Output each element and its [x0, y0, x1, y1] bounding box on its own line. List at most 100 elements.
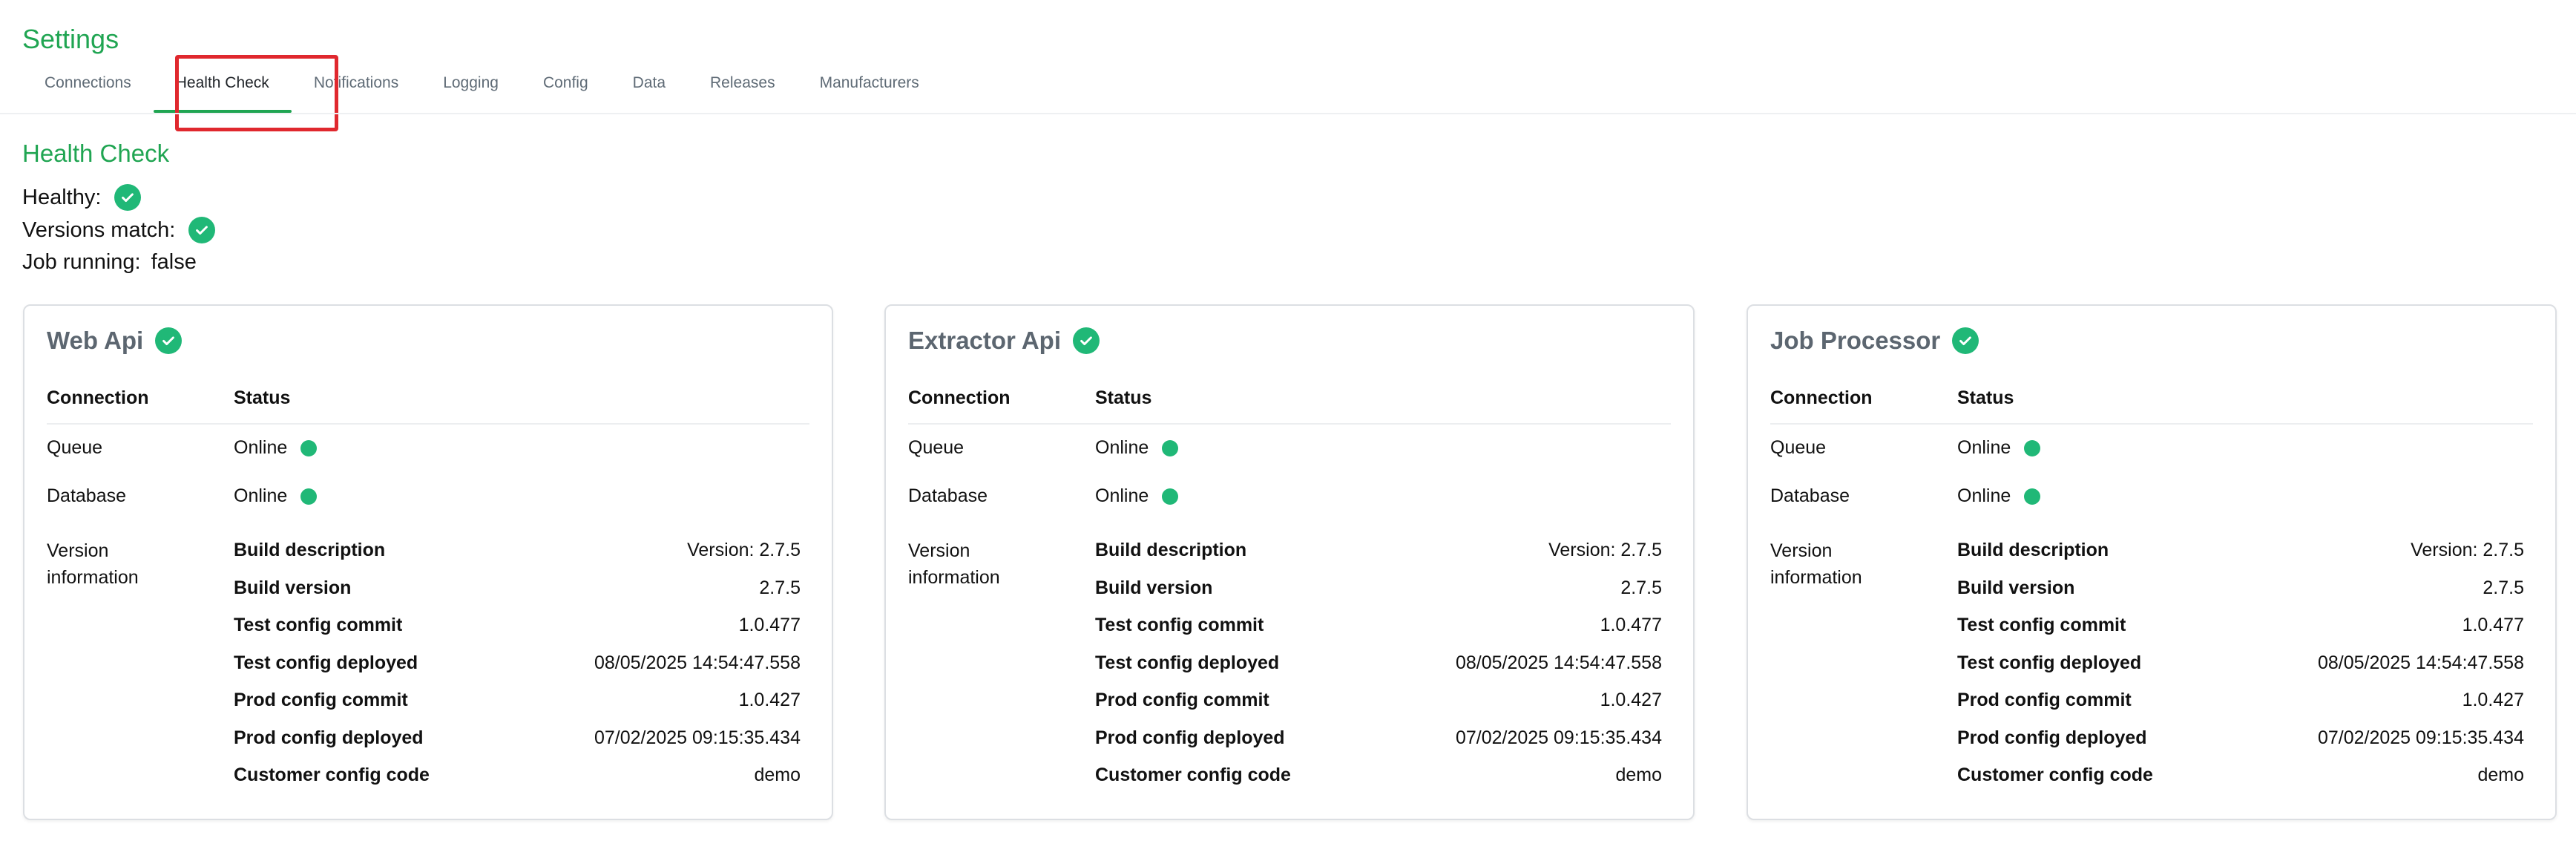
tab-data[interactable]: Data — [611, 61, 688, 113]
tab-logging[interactable]: Logging — [421, 61, 521, 113]
tab-manufacturers[interactable]: Manufacturers — [798, 61, 942, 113]
check-circle-icon — [1073, 327, 1100, 354]
version-key: Prod config deployed — [234, 727, 424, 748]
connection-database: Database — [908, 485, 988, 506]
version-key: Test config commit — [1957, 615, 2126, 635]
connection-queue: Queue — [47, 437, 103, 458]
status-text: Online — [1957, 485, 2011, 506]
version-value: demo — [754, 765, 801, 785]
settings-tabs: Connections Health Check Notifications L… — [22, 61, 942, 113]
connection-column-header: Connection — [908, 387, 1011, 408]
online-dot-icon — [1162, 488, 1179, 505]
online-dot-icon — [2024, 439, 2041, 456]
version-key: Build version — [1095, 577, 1213, 598]
tab-releases[interactable]: Releases — [688, 61, 798, 113]
online-dot-icon — [1162, 439, 1179, 456]
version-key: Prod config commit — [234, 690, 408, 710]
card-title: Extractor Api — [908, 327, 1100, 355]
version-key: Prod config commit — [1095, 690, 1269, 710]
database-status: Online — [1957, 485, 2041, 507]
version-key: Test config commit — [234, 615, 403, 635]
tab-connections[interactable]: Connections — [22, 61, 154, 113]
version-row: Build version 2.7.5 — [234, 575, 801, 613]
version-information-label: Version information — [1770, 540, 1862, 588]
status-column-header: Status — [1095, 387, 1152, 408]
connection-column-header: Connection — [47, 387, 149, 408]
connection-queue: Queue — [908, 437, 965, 458]
check-circle-icon — [155, 327, 183, 354]
version-value: 1.0.427 — [2462, 690, 2524, 710]
connection-queue: Queue — [1770, 437, 1827, 458]
version-row: Customer config code demo — [1095, 762, 1662, 800]
version-row: Build version 2.7.5 — [1095, 575, 1662, 613]
online-dot-icon — [2024, 488, 2041, 505]
version-row: Prod config deployed 07/02/2025 09:15:35.… — [1095, 725, 1662, 763]
version-key: Prod config commit — [1957, 690, 2132, 710]
version-value: 2.7.5 — [2483, 577, 2524, 598]
version-value: Version: 2.7.5 — [2411, 540, 2524, 560]
version-row: Test config deployed 08/05/2025 14:54:47.… — [1095, 650, 1662, 688]
version-row: Customer config code demo — [234, 762, 801, 800]
version-value: 1.0.477 — [1600, 615, 1662, 635]
database-status: Online — [1095, 485, 1179, 507]
service-name: Job Processor — [1770, 327, 1941, 354]
job-running-row: Job running: false — [22, 246, 197, 278]
version-row: Prod config commit 1.0.427 — [1095, 687, 1662, 725]
job-running-label: Job running: — [22, 249, 141, 274]
version-key: Customer config code — [1957, 765, 2153, 785]
card-title: Web Api — [47, 327, 183, 355]
version-row: Build version 2.7.5 — [1957, 575, 2524, 613]
status-text: Online — [1095, 437, 1149, 458]
version-row: Test config deployed 08/05/2025 14:54:47.… — [234, 650, 801, 688]
service-card-job-processor: Job Processor Connection Status Queue On… — [1747, 304, 2557, 820]
tab-config[interactable]: Config — [521, 61, 611, 113]
version-value: 2.7.5 — [759, 577, 801, 598]
version-key: Test config deployed — [234, 652, 418, 673]
version-key: Customer config code — [234, 765, 430, 785]
version-value: demo — [2477, 765, 2524, 785]
version-table: Build description Version: 2.7.5 Build ve… — [234, 537, 801, 800]
status-text: Online — [234, 485, 288, 506]
service-name: Web Api — [47, 327, 144, 354]
service-name: Extractor Api — [908, 327, 1061, 354]
healthy-label: Healthy: — [22, 185, 102, 209]
status-column-header: Status — [234, 387, 291, 408]
online-dot-icon — [300, 488, 318, 505]
status-text: Online — [1095, 485, 1149, 506]
versions-match-row: Versions match: — [22, 215, 216, 246]
version-key: Customer config code — [1095, 765, 1291, 785]
queue-status: Online — [1957, 437, 2041, 459]
version-row: Build description Version: 2.7.5 — [1095, 537, 1662, 575]
service-card-extractor-api: Extractor Api Connection Status Queue On… — [884, 304, 1695, 820]
version-value: demo — [1615, 765, 1662, 785]
version-value: 2.7.5 — [1620, 577, 1662, 598]
version-value: Version: 2.7.5 — [687, 540, 801, 560]
queue-status: Online — [234, 437, 318, 459]
page-title: Settings — [22, 24, 119, 54]
version-value: 1.0.477 — [738, 615, 801, 635]
check-circle-icon — [114, 184, 142, 211]
tab-notifications[interactable]: Notifications — [292, 61, 421, 113]
connection-database: Database — [1770, 485, 1850, 506]
version-table: Build description Version: 2.7.5 Build ve… — [1957, 537, 2524, 800]
version-key: Build version — [1957, 577, 2075, 598]
version-value: 1.0.427 — [1600, 690, 1662, 710]
version-information-label: Version information — [908, 540, 1000, 588]
version-row: Prod config deployed 07/02/2025 09:15:35.… — [1957, 725, 2524, 763]
version-information-label: Version information — [47, 540, 139, 588]
status-text: Online — [1957, 437, 2011, 458]
card-title: Job Processor — [1770, 327, 1979, 355]
versions-match-label: Versions match: — [22, 217, 176, 242]
version-key: Build description — [234, 540, 386, 560]
version-key: Build version — [234, 577, 352, 598]
version-row: Build description Version: 2.7.5 — [1957, 537, 2524, 575]
database-status: Online — [234, 485, 318, 507]
check-circle-icon — [188, 217, 216, 243]
version-key: Test config deployed — [1095, 652, 1280, 673]
tab-health-check[interactable]: Health Check — [153, 61, 292, 113]
version-key: Test config commit — [1095, 615, 1264, 635]
connection-database: Database — [47, 485, 127, 506]
header-divider — [1770, 423, 2533, 425]
version-value: 08/05/2025 14:54:47.558 — [2317, 652, 2524, 673]
version-value: 08/05/2025 14:54:47.558 — [1455, 652, 1662, 673]
